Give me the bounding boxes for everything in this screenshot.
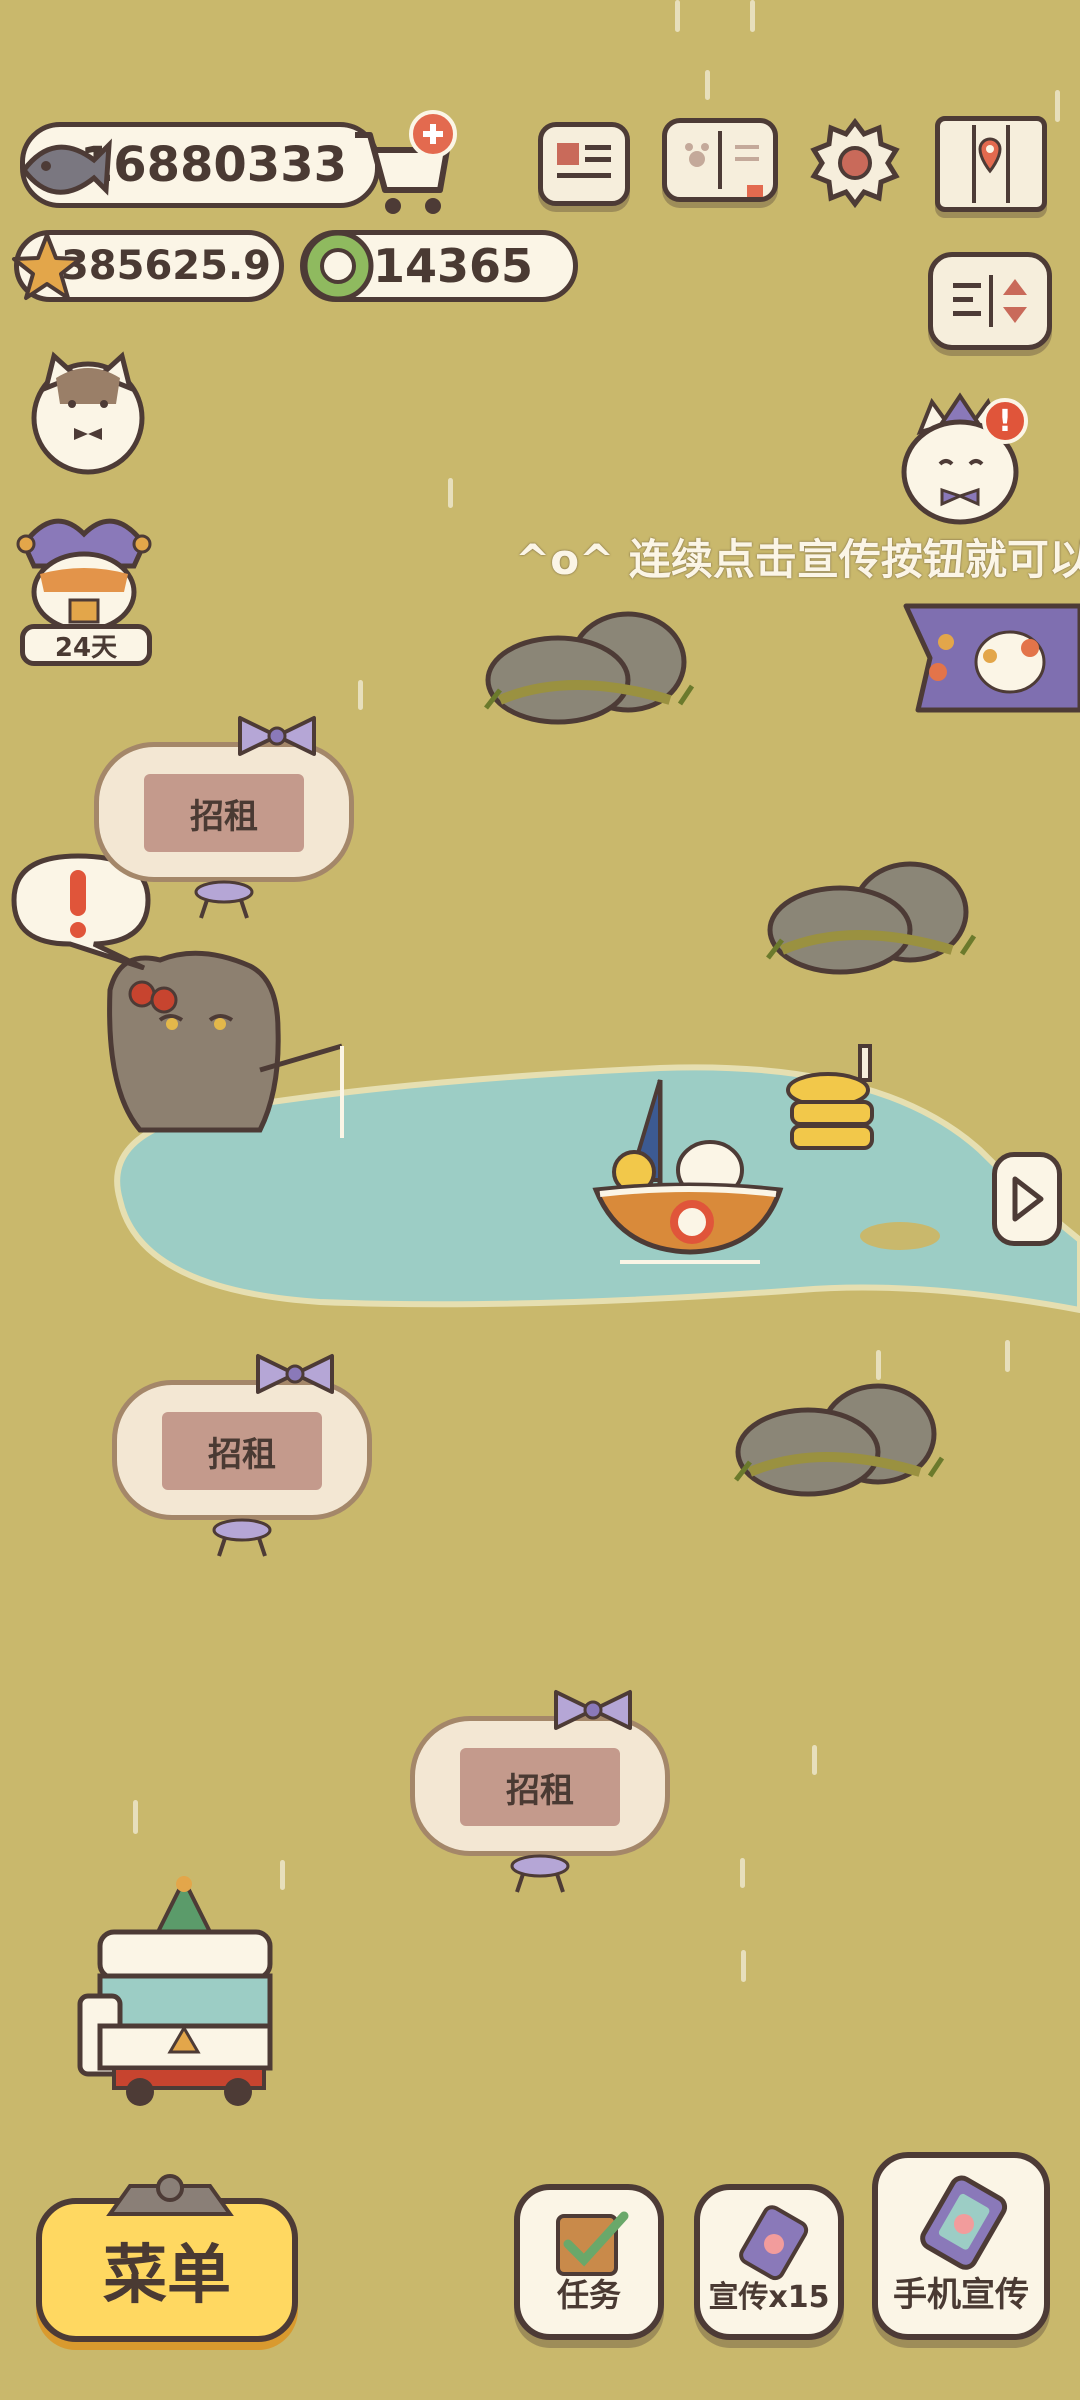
- bow-icon: [256, 1354, 334, 1394]
- menu-button[interactable]: 菜单: [36, 2198, 298, 2342]
- rain-streak: [133, 1800, 138, 1834]
- news-alert-mark: !: [998, 403, 1012, 439]
- next-area-button[interactable]: [992, 1152, 1062, 1246]
- rain-streak: [812, 1745, 817, 1775]
- rent-plot-sign[interactable]: 招租: [94, 712, 354, 922]
- floating-crate-item[interactable]: [784, 1040, 884, 1170]
- cat-album-icon: [685, 131, 763, 203]
- newspaper-button[interactable]: [538, 122, 630, 206]
- phone-promo-icon: [739, 2205, 809, 2281]
- star-icon: [12, 233, 82, 300]
- rent-plot-sign[interactable]: 招租: [112, 1350, 372, 1560]
- bow-icon: [238, 716, 316, 756]
- rain-streak: [705, 70, 710, 100]
- phone-promo-icon: [920, 2175, 1008, 2270]
- rain-streak: [675, 0, 680, 32]
- map-icon: [972, 125, 1010, 203]
- rain-streak: [740, 1858, 745, 1888]
- clipboard-clip-icon: [106, 2174, 234, 2216]
- mossy-rock-decoration: [484, 611, 695, 725]
- rent-sign-label: 招租: [144, 774, 304, 852]
- fish-icon: [20, 138, 112, 196]
- map-button[interactable]: [935, 116, 1047, 212]
- sort-toggle-icon: [953, 275, 1027, 327]
- shop-cart-add-button[interactable]: [345, 110, 460, 220]
- rain-streak: [358, 680, 363, 710]
- sign-legs-icon: [510, 1854, 570, 1893]
- rain-streak: [750, 0, 755, 32]
- newspaper-icon: [557, 143, 611, 178]
- mossy-rock-decoration: [766, 861, 977, 975]
- promo-ticker: ^o^ 连续点击宣传按钮就可以: [515, 526, 1080, 586]
- rain-streak: [448, 478, 453, 508]
- cat-profile-avatar[interactable]: [26, 348, 150, 478]
- event-days-label: 24天: [54, 632, 118, 663]
- rent-sign-label: 招租: [162, 1412, 322, 1490]
- sailboat-cat-character[interactable]: [590, 1070, 790, 1270]
- rain-streak: [1005, 1340, 1010, 1372]
- menu-button-label: 菜单: [103, 2239, 231, 2313]
- news-alert-badge: !: [982, 398, 1028, 444]
- cat-album-button[interactable]: [662, 118, 778, 203]
- rent-sign-label: 招租: [460, 1748, 620, 1826]
- sign-legs-icon: [194, 880, 254, 919]
- promo-ticker-text: ^o^ 连续点击宣传按钮就可以: [515, 535, 1080, 584]
- sort-toggle-button[interactable]: [928, 252, 1052, 350]
- rent-plot-sign[interactable]: 招租: [410, 1686, 670, 1896]
- checklist-icon: [556, 2211, 629, 2276]
- promo-x15-button[interactable]: 宣传x15: [694, 2184, 844, 2340]
- rain-streak: [741, 1950, 746, 1982]
- tasks-button[interactable]: 任务: [514, 2184, 664, 2340]
- chevron-right-icon: [1012, 1176, 1044, 1222]
- food-truck[interactable]: [74, 1876, 294, 2112]
- fishing-line: [340, 1046, 344, 1138]
- mossy-rock-decoration: [734, 1383, 945, 1497]
- rain-streak: [1055, 90, 1060, 122]
- settings-gear-icon[interactable]: [808, 116, 902, 210]
- sign-legs-icon: [212, 1518, 272, 1557]
- promo-banner-button[interactable]: [900, 592, 1080, 722]
- green-coin-icon: [302, 230, 374, 302]
- jester-event-avatar[interactable]: [14, 504, 154, 634]
- phone-promo-label: 手机宣传: [893, 2275, 1029, 2315]
- bow-icon: [554, 1690, 632, 1730]
- event-days-badge: 24天: [20, 624, 152, 666]
- phone-promo-button[interactable]: 手机宣传: [872, 2152, 1050, 2340]
- fishing-cat-character[interactable]: [100, 940, 360, 1150]
